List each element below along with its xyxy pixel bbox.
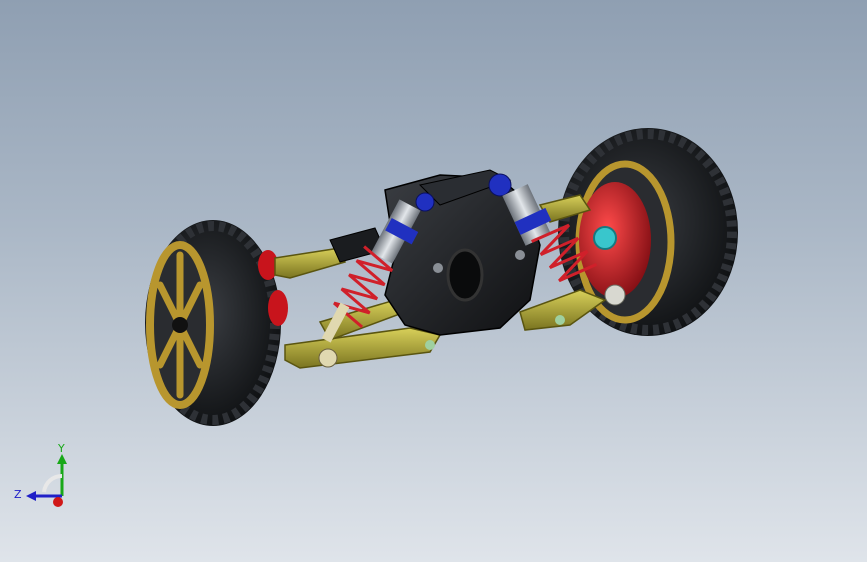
triad-x-axis	[53, 497, 63, 507]
triad-rotation-arc	[42, 473, 63, 493]
bolt-3	[425, 340, 435, 350]
right-shock-top-mount	[488, 173, 512, 197]
left-shock-end	[318, 348, 338, 368]
bolt-1	[433, 263, 443, 273]
suspension-assembly-model[interactable]	[0, 0, 867, 562]
left-wheel[interactable]	[145, 220, 288, 426]
upper-arm-left	[274, 247, 346, 279]
triad-y-label: Y	[57, 442, 65, 455]
orientation-triad[interactable]: Y Z	[12, 440, 82, 515]
lower-arm-left	[284, 327, 442, 369]
axle-opening	[446, 248, 484, 302]
left-shock-top-mount	[415, 192, 435, 212]
3d-viewport[interactable]: Y Z	[0, 0, 867, 562]
right-bearing	[593, 226, 617, 250]
bolt-4	[555, 315, 565, 325]
bolt-2	[515, 250, 525, 260]
triad-z-label: Z	[14, 488, 22, 501]
right-shock-end	[604, 284, 626, 306]
left-hub-nut	[172, 317, 188, 333]
left-hub-inner-bottom	[268, 290, 288, 326]
